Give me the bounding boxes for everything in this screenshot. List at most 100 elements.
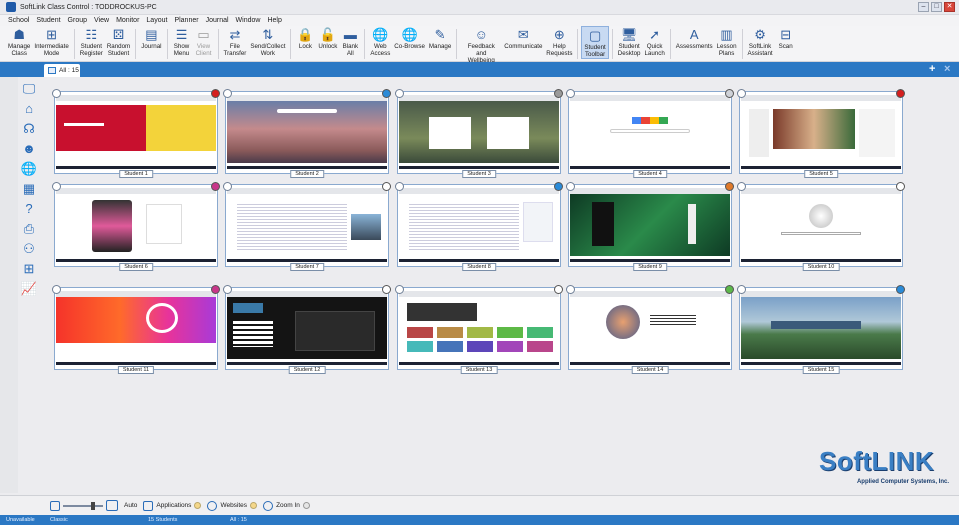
grid-icon[interactable]: ▦ xyxy=(19,180,39,197)
menu-window[interactable]: Window xyxy=(236,17,261,24)
unlock-button[interactable]: 🔓 Unlock xyxy=(316,26,339,50)
menu-student[interactable]: Student xyxy=(36,17,60,24)
monitor-status-icon xyxy=(566,285,575,294)
softlink-assistant-icon: ⚙ xyxy=(754,27,766,42)
student-toolbar-icon: ▢ xyxy=(588,28,602,43)
help-requests-button[interactable]: ⊕ Help Requests xyxy=(544,26,574,57)
communicate-button[interactable]: ✉ Communicate xyxy=(502,26,544,50)
toolbar-label: Student Toolbar xyxy=(584,44,606,58)
student-name: Student 2 xyxy=(290,170,324,178)
student-thumbnail[interactable]: Student 9 xyxy=(566,182,734,271)
menu-layout[interactable]: Layout xyxy=(146,17,167,24)
close-tab-button[interactable]: × xyxy=(944,63,950,75)
student-thumbnail[interactable]: Student 5 xyxy=(737,89,905,178)
toolbar-label: Lock xyxy=(298,43,312,50)
home-icon[interactable]: ⌂ xyxy=(19,100,39,117)
websites-label: Websites xyxy=(220,502,248,509)
content-block xyxy=(233,321,273,347)
menu-planner[interactable]: Planner xyxy=(174,17,198,24)
desktop-icon[interactable]: 🖵 xyxy=(19,80,39,97)
content-block xyxy=(809,204,833,228)
monitor-status-icon xyxy=(52,89,61,98)
user-speak-icon[interactable]: ☻ xyxy=(19,140,39,157)
student-screen xyxy=(227,291,387,359)
show-menu-button[interactable]: ☰ Show Menu xyxy=(171,26,193,57)
globe-icon[interactable]: 🌐 xyxy=(19,160,39,177)
student-name: Student 10 xyxy=(802,263,840,271)
minimize-button[interactable]: – xyxy=(918,2,929,12)
content-block xyxy=(92,200,132,252)
maximize-button[interactable]: □ xyxy=(931,2,942,12)
communicate-icon: ✉ xyxy=(517,27,529,42)
student-thumbnail[interactable]: Student 7 xyxy=(223,182,391,271)
tab-all[interactable]: All : 15 xyxy=(44,64,80,77)
toolbar-label: Random Student xyxy=(106,43,131,57)
help-icon[interactable]: ? xyxy=(19,200,39,217)
feedback-button[interactable]: ☺ Feedback and Wellbeing xyxy=(460,26,502,64)
menu-school[interactable]: School xyxy=(8,17,29,24)
student-thumbnail[interactable]: Student 4 xyxy=(566,89,734,178)
scan-button[interactable]: ⊟ Scan xyxy=(775,26,797,50)
view-client-button[interactable]: ▭ View Client xyxy=(193,26,215,57)
lock-button[interactable]: 🔒 Lock xyxy=(294,26,316,50)
student-thumbnail[interactable]: Student 14 xyxy=(566,285,734,374)
app-badge-icon xyxy=(211,182,220,191)
slider-knob[interactable] xyxy=(91,501,95,510)
student-thumbnail[interactable]: Student 3 xyxy=(395,89,563,178)
blank-all-button[interactable]: ▬ Blank All xyxy=(339,26,361,57)
file-transfer-button[interactable]: ⇄ File Transfer xyxy=(222,26,249,57)
journal-button[interactable]: ▤ Journal xyxy=(139,26,163,50)
manage-class-button[interactable]: ☗ Manage Class xyxy=(6,26,32,57)
content-block xyxy=(610,129,690,133)
websites-button[interactable]: Websites xyxy=(207,500,258,511)
printer-icon[interactable]: ⎙ xyxy=(19,220,39,237)
student-taskbar xyxy=(570,259,730,262)
menu-view[interactable]: View xyxy=(94,17,109,24)
content-block xyxy=(233,303,263,313)
content-block xyxy=(771,321,861,329)
toolbar-label: Show Menu xyxy=(173,43,190,57)
student-thumbnail[interactable]: Student 13 xyxy=(395,285,563,374)
student-desktop-icon: 🖥 xyxy=(620,27,638,42)
menu-monitor[interactable]: Monitor xyxy=(116,17,139,24)
headphones-icon[interactable]: ☊ xyxy=(19,120,39,137)
close-button[interactable]: ✕ xyxy=(944,2,955,12)
applications-button[interactable]: Applications xyxy=(143,500,202,511)
student-desktop-button[interactable]: 🖥 Student Desktop xyxy=(616,26,643,57)
chart-icon[interactable]: 📈 xyxy=(19,280,39,297)
manage-button[interactable]: ✎ Manage xyxy=(427,26,453,50)
softlink-assistant-button[interactable]: ⚙ SoftLink Assistant xyxy=(746,26,775,57)
student-thumbnail[interactable]: Student 1 xyxy=(52,89,220,178)
menu-journal[interactable]: Journal xyxy=(206,17,229,24)
toolbar-label: Student Register xyxy=(79,43,103,57)
random-student-button[interactable]: ⚄ Random Student xyxy=(105,26,132,57)
size-slider[interactable] xyxy=(63,501,103,510)
menu-group[interactable]: Group xyxy=(68,17,87,24)
lesson-plans-button[interactable]: ▥ Lesson Plans xyxy=(715,26,739,57)
student-thumbnail[interactable]: Student 11 xyxy=(52,285,220,374)
student-register-button[interactable]: ☷ Student Register xyxy=(78,26,105,57)
quick-launch-button[interactable]: ➚ Quick Launch xyxy=(642,26,666,57)
co-browse-button[interactable]: 🌐 Co-Browse xyxy=(392,26,427,50)
content-block xyxy=(409,202,519,252)
quick-launch-icon: ➚ xyxy=(649,27,661,42)
student-thumbnail[interactable]: Student 15 xyxy=(737,285,905,374)
usb-icon[interactable]: ⚇ xyxy=(19,240,39,257)
student-name: Student 7 xyxy=(290,263,324,271)
intermediate-mode-button[interactable]: ⊞ Intermediate Mode xyxy=(32,26,70,57)
student-thumbnail[interactable]: Student 6 xyxy=(52,182,220,271)
student-thumbnail[interactable]: Student 10 xyxy=(737,182,905,271)
student-toolbar-button[interactable]: ▢ Student Toolbar xyxy=(581,26,609,59)
student-thumbnail[interactable]: Student 8 xyxy=(395,182,563,271)
student-thumbnail[interactable]: Student 2 xyxy=(223,89,391,178)
auto-button[interactable]: Auto xyxy=(124,502,137,509)
student-screen xyxy=(399,291,559,359)
send-collect-button[interactable]: ⇅ Send/Collect Work xyxy=(248,26,287,57)
zoom-in-button[interactable]: Zoom In xyxy=(263,500,310,511)
assessments-button[interactable]: A Assessments xyxy=(674,26,715,50)
menu-help[interactable]: Help xyxy=(267,17,281,24)
student-thumbnail[interactable]: Student 12 xyxy=(223,285,391,374)
apps-icon[interactable]: ⊞ xyxy=(19,260,39,277)
add-tab-button[interactable]: + xyxy=(929,63,935,75)
web-access-button[interactable]: 🌐 Web Access xyxy=(368,26,392,57)
